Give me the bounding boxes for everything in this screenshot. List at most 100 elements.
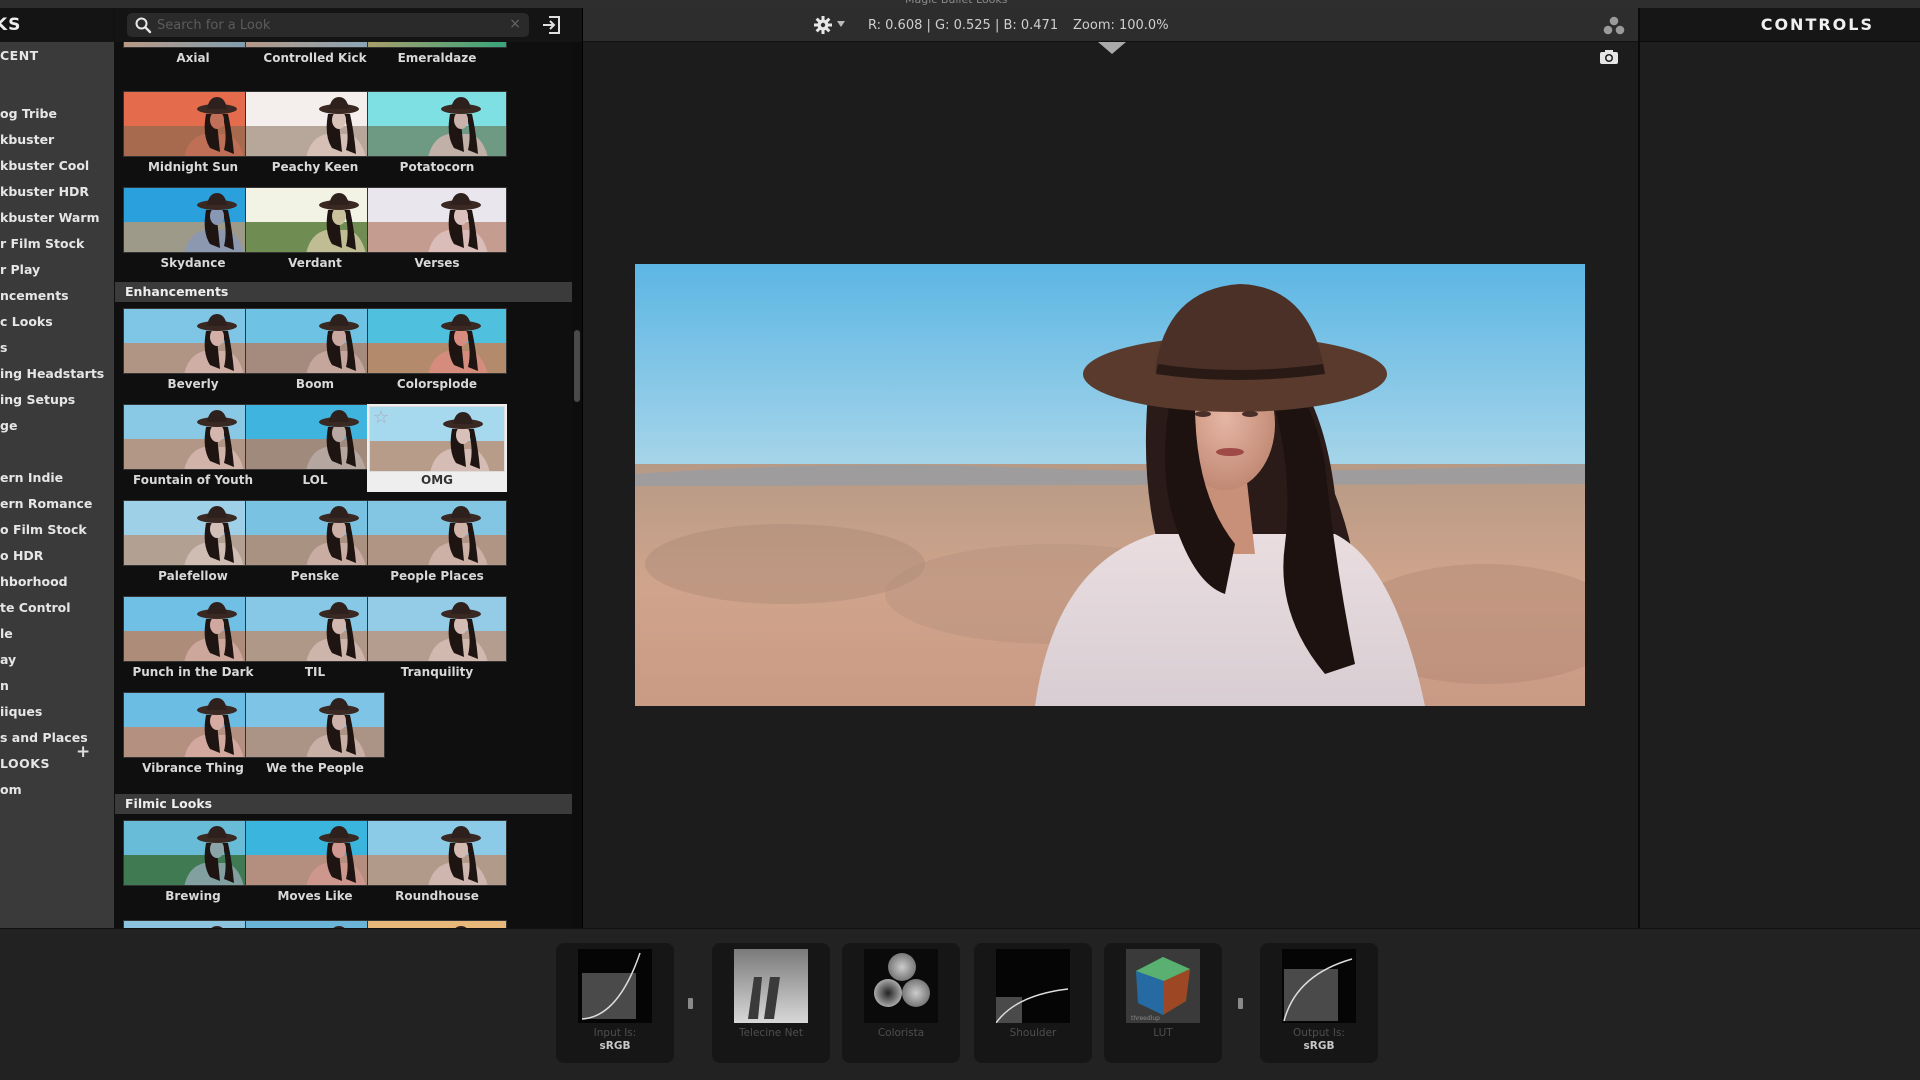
sidebar-header: KS [0,8,114,42]
look-thumbnail[interactable]: Boom [245,308,385,396]
looks-scrollbar-track[interactable] [572,42,582,928]
sidebar-item[interactable]: og Tribe [0,106,57,121]
sidebar-item[interactable]: ing Setups [0,392,75,407]
look-thumbnail[interactable] [123,920,263,928]
sidebar-item[interactable]: s and Places [0,730,88,745]
sidebar-item[interactable]: CENT [0,48,39,63]
sidebar-item[interactable]: kbuster HDR [0,184,89,199]
sidebar-item[interactable]: iiques [0,704,42,719]
look-preview-image [245,500,385,566]
export-icon[interactable] [541,14,563,36]
look-name: People Places [390,569,484,583]
sidebar-item[interactable]: c Looks [0,314,53,329]
tool-telecine-net[interactable]: Telecine Net [712,943,830,1063]
look-thumbnail[interactable]: Potatocorn [367,91,507,179]
sidebar-item[interactable]: ern Indie [0,470,63,485]
look-thumbnail[interactable]: People Places [367,500,507,588]
look-preview-image [123,920,263,928]
sidebar-item[interactable]: ge [0,418,17,433]
sidebar-item[interactable]: ncements [0,288,69,303]
sidebar-item[interactable]: ay [0,652,16,667]
sidebar-item[interactable]: le [0,626,13,641]
look-thumbnail[interactable]: Vibrance Thing [123,692,263,780]
look-preview-image [245,91,385,157]
gear-icon[interactable] [813,15,833,35]
sidebar-item[interactable]: LOOKS [0,756,50,771]
look-thumbnail[interactable]: TIL [245,596,385,684]
look-name: Punch in the Dark [132,665,254,679]
look-thumbnail[interactable]: Midnight Sun [123,91,263,179]
look-thumbnail[interactable]: Skydance [123,187,263,275]
sidebar-item[interactable]: om [0,782,22,797]
look-preview-image [123,500,263,566]
add-custom-look-button[interactable]: + [76,742,90,762]
tool-shoulder[interactable]: Shoulder [974,943,1092,1063]
svg-text:threedlup: threedlup [1131,1015,1160,1022]
look-thumbnail[interactable]: Tranquility [367,596,507,684]
look-thumbnail[interactable]: ☆ OMG [367,404,507,492]
look-thumbnail[interactable]: Fountain of Youth [123,404,263,492]
tool-label: Shoulder [1009,1027,1057,1039]
look-preview-image [123,596,263,662]
search-box: × [127,13,529,37]
tool-pipeline: Input Is: sRGB Telecine Net Colorista Should… [0,928,1920,1080]
sidebar-item[interactable]: r Film Stock [0,236,84,251]
sidebar-item[interactable]: r Play [0,262,40,277]
sidebar-item[interactable]: kbuster Cool [0,158,89,173]
sidebar-item[interactable]: s [0,340,7,355]
look-thumbnail[interactable] [367,920,507,928]
favorite-star-icon[interactable]: ☆ [373,407,389,428]
sidebar-item[interactable]: kbuster [0,132,54,147]
camera-icon[interactable] [1599,49,1619,65]
look-name: Palefellow [158,569,228,583]
looks-scrollbar-thumb[interactable] [574,330,580,402]
look-name: Fountain of Youth [132,473,253,487]
sidebar-item[interactable]: ing Headstarts [0,366,104,381]
look-thumbnail[interactable]: We the People [245,692,385,780]
look-preview-image [367,308,507,374]
look-name: Brewing [165,889,221,903]
chevron-down-icon[interactable] [837,21,845,27]
look-thumbnail[interactable]: LOL [245,404,385,492]
look-thumbnail[interactable] [245,920,385,928]
look-thumbnail[interactable]: Verses [367,187,507,275]
look-thumbnail[interactable]: Roundhouse [367,820,507,908]
tool-lut[interactable]: threedlup LUT [1104,943,1222,1063]
look-thumbnail[interactable]: Palefellow [123,500,263,588]
look-thumbnail[interactable]: Brewing [123,820,263,908]
look-name: Roundhouse [395,889,479,903]
look-preview-image [245,692,385,758]
look-preview-image [367,500,507,566]
looks-category-sidebar: KS CENT og Tribe kbuster kbuster Cool kbuste… [0,8,115,928]
look-name: Peachy Keen [271,160,359,174]
category-section-header[interactable]: Enhancements [115,282,572,302]
look-thumbnail[interactable]: Peachy Keen [245,91,385,179]
look-thumbnail[interactable]: Beverly [123,308,263,396]
output-icon [1282,949,1356,1023]
portrait-photo [635,264,1585,706]
sidebar-item[interactable]: o HDR [0,548,43,563]
tool-input[interactable]: Input Is: sRGB [556,943,674,1063]
category-section-header[interactable]: Filmic Looks [115,794,572,814]
look-name: Axial [176,51,210,65]
look-thumbnail[interactable]: Moves Like [245,820,385,908]
sidebar-item[interactable]: te Control [0,600,70,615]
search-input[interactable] [157,15,497,35]
tool-output[interactable]: Output Is: sRGB [1260,943,1378,1063]
look-thumbnail[interactable]: Penske [245,500,385,588]
look-thumbnail[interactable]: Punch in the Dark [123,596,263,684]
sidebar-item[interactable]: o Film Stock [0,522,87,537]
rgb-readout: R: 0.608 | G: 0.525 | B: 0.471 [868,18,1059,33]
look-name: We the People [266,761,364,775]
viewer-dropdown-caret[interactable] [1098,42,1126,54]
look-thumbnail[interactable]: Verdant [245,187,385,275]
tool-colorista[interactable]: Colorista [842,943,960,1063]
look-thumbnail[interactable]: Colorsplode [367,308,507,396]
sidebar-item[interactable]: n [0,678,9,693]
tool-value: sRGB [1303,1040,1335,1052]
scopes-icon[interactable] [1603,16,1625,36]
sidebar-item[interactable]: kbuster Warm [0,210,100,225]
sidebar-item[interactable]: ern Romance [0,496,92,511]
clear-search-icon[interactable]: × [509,16,521,32]
sidebar-item[interactable]: hborhood [0,574,68,589]
